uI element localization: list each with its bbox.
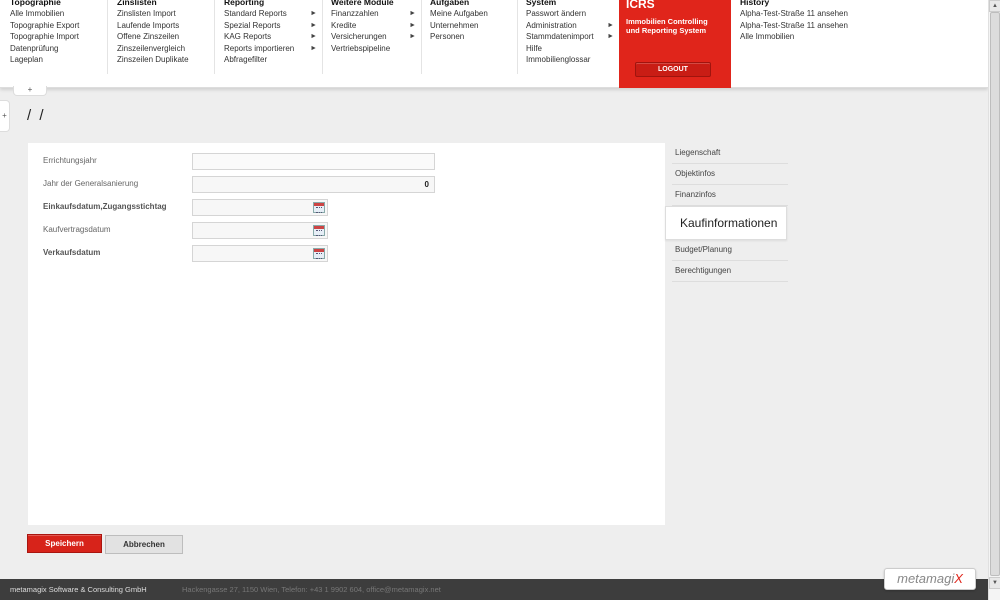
menu-item[interactable]: Vertriebspipeline — [331, 43, 416, 55]
einkaufsdatum-date-input[interactable] — [192, 199, 328, 216]
calendar-icon[interactable] — [313, 248, 325, 259]
tab-budget-planung[interactable]: Budget/Planung — [672, 240, 788, 261]
brand-title: ICRS — [626, 0, 655, 11]
menu-item[interactable]: Stammdatenimport ► — [526, 31, 614, 43]
scrollbar-thumb[interactable] — [990, 12, 1000, 576]
menu-toggle-button[interactable]: + — [13, 86, 47, 96]
field-label: Einkaufsdatum,Zugangsstichtag — [43, 202, 167, 211]
chevron-right-icon: ► — [409, 21, 416, 29]
menu-item[interactable]: Standard Reports ► — [224, 8, 317, 20]
menu-item[interactable]: Kredite ► — [331, 20, 416, 32]
chevron-right-icon: ► — [310, 33, 317, 40]
menu-heading: System — [526, 0, 557, 7]
menu-item[interactable]: Unternehmen — [430, 20, 517, 32]
section-tabs: Liegenschaft Objektinfos Finanzinfos Kau… — [665, 143, 788, 282]
field-label: Errichtungsjahr — [43, 156, 97, 165]
menu-heading: Zinslisten — [117, 0, 157, 7]
menu-heading: Reporting — [224, 0, 265, 7]
menu-heading: Aufgaben — [430, 0, 470, 7]
menu-item[interactable]: Zinslisten Import — [117, 8, 214, 20]
menu-item[interactable]: Datenprüfung — [10, 43, 107, 55]
page-title: / / — [27, 107, 46, 124]
tab-kaufinformationen[interactable]: Kaufinformationen — [665, 206, 787, 240]
menu-item[interactable]: Zinszeilenvergleich — [117, 43, 214, 55]
footer: metamagix Software & Consulting GmbH Hac… — [0, 579, 988, 600]
metamagix-logo: metamagiX — [884, 568, 976, 590]
menu-column-weitere-module: Weitere Module Finanzzahlen ► Kredite ► Ve… — [323, 0, 422, 74]
menu-item[interactable]: Spezial Reports ► — [224, 20, 317, 32]
history-item[interactable]: Alpha-Test-Straße 11 ansehen — [740, 8, 980, 20]
chevron-right-icon: ► — [607, 21, 614, 29]
menu-item[interactable]: Laufende Imports — [117, 20, 214, 32]
tab-objektinfos[interactable]: Objektinfos — [672, 164, 788, 185]
vertical-scrollbar[interactable]: ▲ ▼ — [988, 0, 1000, 600]
menu-item[interactable]: Abfragefilter — [224, 54, 317, 66]
menu-column-system: System Passwort ändern Administration ► S… — [518, 0, 618, 74]
menu-item[interactable]: Topographie Export — [10, 20, 107, 32]
menu-item[interactable]: Finanzzahlen ► — [331, 8, 416, 20]
field-label: Jahr der Generalsanierung — [43, 179, 139, 188]
save-button[interactable]: Speichern — [27, 534, 102, 553]
kaufvertragsdatum-date-input[interactable] — [192, 222, 328, 239]
menu-item[interactable]: Topographie Import — [10, 31, 107, 43]
menu-item[interactable]: Alle Immobilien — [10, 8, 107, 20]
menu-item[interactable]: Meine Aufgaben — [430, 8, 517, 20]
menu-item[interactable]: Immobilienglossar — [526, 54, 614, 66]
chevron-right-icon: ► — [310, 21, 317, 29]
menu-column-history: History Alpha-Test-Straße 11 ansehen Alp… — [740, 0, 980, 74]
menu-column-aufgaben: Aufgaben Meine Aufgaben Unternehmen Pers… — [422, 0, 518, 74]
history-item[interactable]: Alpha-Test-Straße 11 ansehen — [740, 20, 980, 32]
sidebar-toggle-button[interactable]: + — [0, 100, 10, 132]
menu-item[interactable]: Versicherungen ► — [331, 31, 416, 43]
menu-item[interactable]: Personen — [430, 31, 517, 43]
menu-item[interactable]: Offene Zinszeilen — [117, 31, 214, 43]
verkaufsdatum-date-input[interactable] — [192, 245, 328, 262]
menu-item[interactable]: Passwort ändern — [526, 8, 614, 20]
menu-heading: Weitere Module — [331, 0, 394, 7]
menu-item[interactable]: Lageplan — [10, 54, 107, 66]
chevron-right-icon: ► — [310, 44, 317, 52]
generalsanierung-input[interactable]: 0 — [192, 176, 435, 193]
tab-liegenschaft[interactable]: Liegenschaft — [672, 143, 788, 164]
cancel-button[interactable]: Abbrechen — [105, 535, 183, 554]
chevron-right-icon: ► — [409, 33, 416, 40]
chevron-right-icon: ► — [409, 10, 416, 17]
menu-column-reporting: Reporting Standard Reports ► Spezial Repo… — [215, 0, 323, 74]
calendar-icon[interactable] — [313, 202, 325, 213]
top-menu: Topographie Alle Immobilien Topographie … — [0, 0, 988, 88]
scroll-down-arrow-icon[interactable]: ▼ — [989, 577, 1000, 589]
chevron-right-icon: ► — [310, 10, 317, 17]
footer-company: metamagix Software & Consulting GmbH — [10, 585, 147, 594]
menu-item[interactable]: Hilfe — [526, 43, 614, 55]
tab-berechtigungen[interactable]: Berechtigungen — [672, 261, 788, 282]
calendar-icon[interactable] — [313, 225, 325, 236]
footer-address: Hackengasse 27, 1150 Wien, Telefon: +43 … — [182, 585, 441, 594]
menu-item[interactable]: Reports importieren ► — [224, 43, 317, 55]
scroll-up-arrow-icon[interactable]: ▲ — [989, 0, 1000, 12]
menu-item[interactable]: KAG Reports ► — [224, 31, 317, 43]
history-item[interactable]: Alle Immobilien — [740, 31, 980, 43]
chevron-right-icon: ► — [607, 33, 614, 40]
errichtungsjahr-input[interactable] — [192, 153, 435, 170]
menu-item[interactable]: Zinszeilen Duplikate — [117, 54, 214, 66]
field-label: Kaufvertragsdatum — [43, 225, 111, 234]
form-panel: Errichtungsjahr Jahr der Generalsanierun… — [28, 143, 665, 525]
field-label: Verkaufsdatum — [43, 248, 101, 257]
brand-subtitle: Immobilien Controlling und Reporting Sys… — [626, 17, 708, 35]
menu-column-topographie: Topographie Alle Immobilien Topographie … — [0, 0, 108, 74]
logout-button[interactable]: LOGOUT — [635, 62, 711, 77]
menu-column-zinslisten: Zinslisten Zinslisten Import Laufende Im… — [108, 0, 215, 74]
menu-item[interactable]: Administration ► — [526, 20, 614, 32]
brand-panel: ICRS Immobilien Controlling und Reportin… — [619, 0, 731, 88]
menu-heading: History — [740, 0, 770, 7]
menu-heading: Topographie — [10, 0, 61, 7]
tab-finanzinfos[interactable]: Finanzinfos — [672, 185, 788, 206]
